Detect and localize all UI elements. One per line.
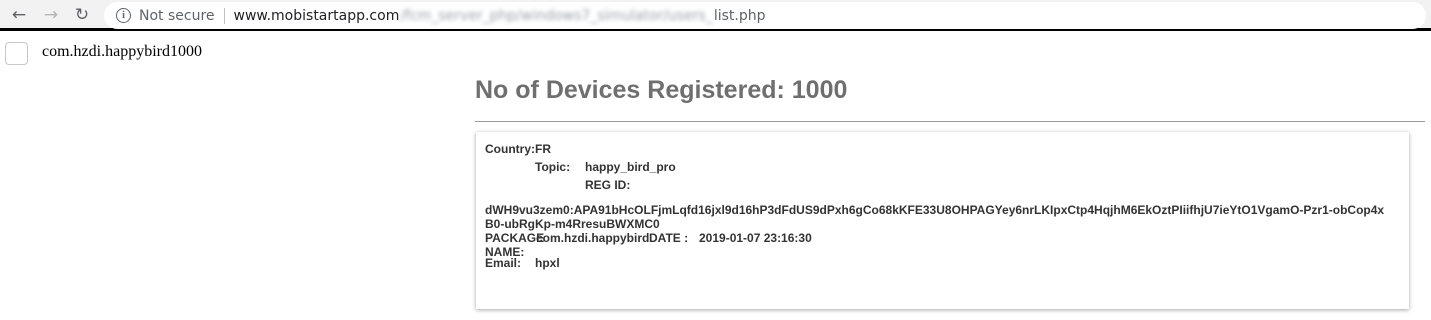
email-value: hpxl (535, 256, 560, 270)
regid-value: dWH9vu3zem0:APA91bHcOLFjmLqfd16jxl9d16hP… (485, 203, 1385, 231)
heading-divider (475, 121, 1425, 122)
address-bar[interactable]: i Not secure www.mobistartapp.com /fcm_s… (104, 2, 1426, 29)
back-arrow-icon[interactable]: ← (9, 5, 29, 25)
url-host[interactable]: www.mobistartapp.com (234, 8, 400, 24)
country-label: Country: (485, 142, 535, 156)
address-separator (223, 7, 225, 24)
browser-toolbar: ← → ↻ i Not secure www.mobistartapp.com … (0, 0, 1431, 31)
reload-icon[interactable]: ↻ (72, 5, 92, 25)
device-card: Country: FR Topic: happy_bird_pro REG ID… (476, 132, 1409, 309)
package-value: com.hzdi.happybird (536, 231, 650, 245)
regid-label: REG ID: (585, 178, 631, 192)
url-path-blurred[interactable]: /fcm_server_php/windows7_simulator/users… (400, 8, 713, 24)
topic-label: Topic: (535, 160, 571, 174)
date-value: 2019-01-07 23:16:30 (699, 231, 812, 245)
forward-arrow-icon[interactable]: → (41, 5, 61, 25)
package-checkbox-label: com.hzdi.happybird1000 (42, 43, 202, 60)
url-path-end[interactable]: list.php (714, 8, 766, 24)
security-status-label[interactable]: Not secure (139, 8, 215, 24)
info-icon[interactable]: i (116, 8, 131, 23)
email-label: Email: (485, 256, 522, 270)
date-label: DATE : (649, 231, 689, 245)
package-checkbox[interactable] (5, 42, 28, 65)
topic-value: happy_bird_pro (585, 160, 676, 174)
page-title: No of Devices Registered: 1000 (475, 76, 848, 104)
country-value: FR (535, 142, 551, 156)
